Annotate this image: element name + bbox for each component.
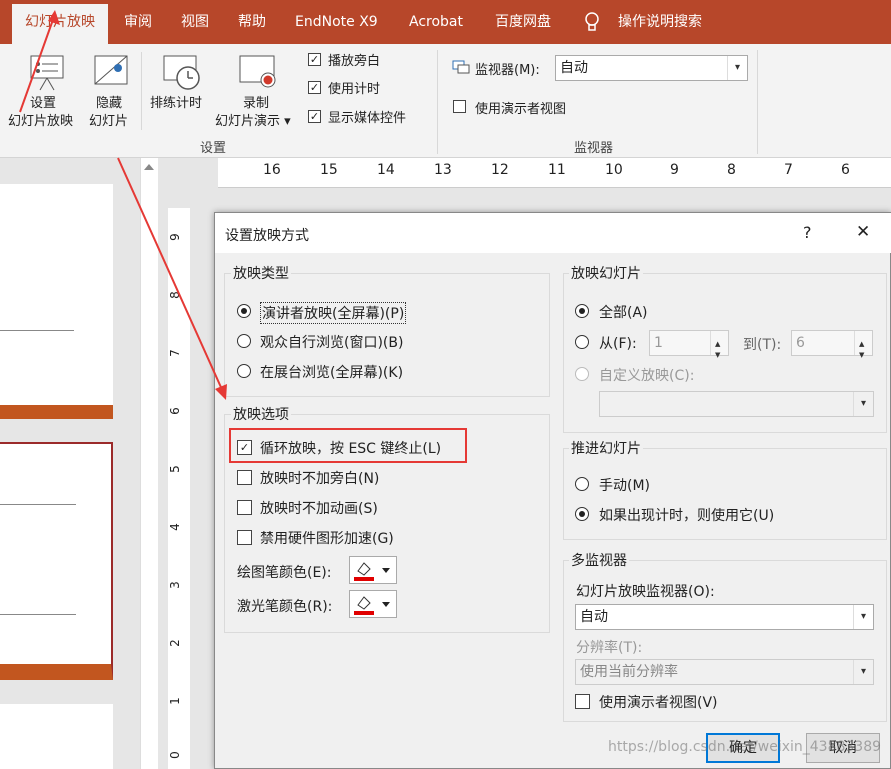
watermark: https://blog.csdn.net/weixin_43883389 (608, 739, 882, 755)
annotation-arrows (19, 10, 227, 400)
